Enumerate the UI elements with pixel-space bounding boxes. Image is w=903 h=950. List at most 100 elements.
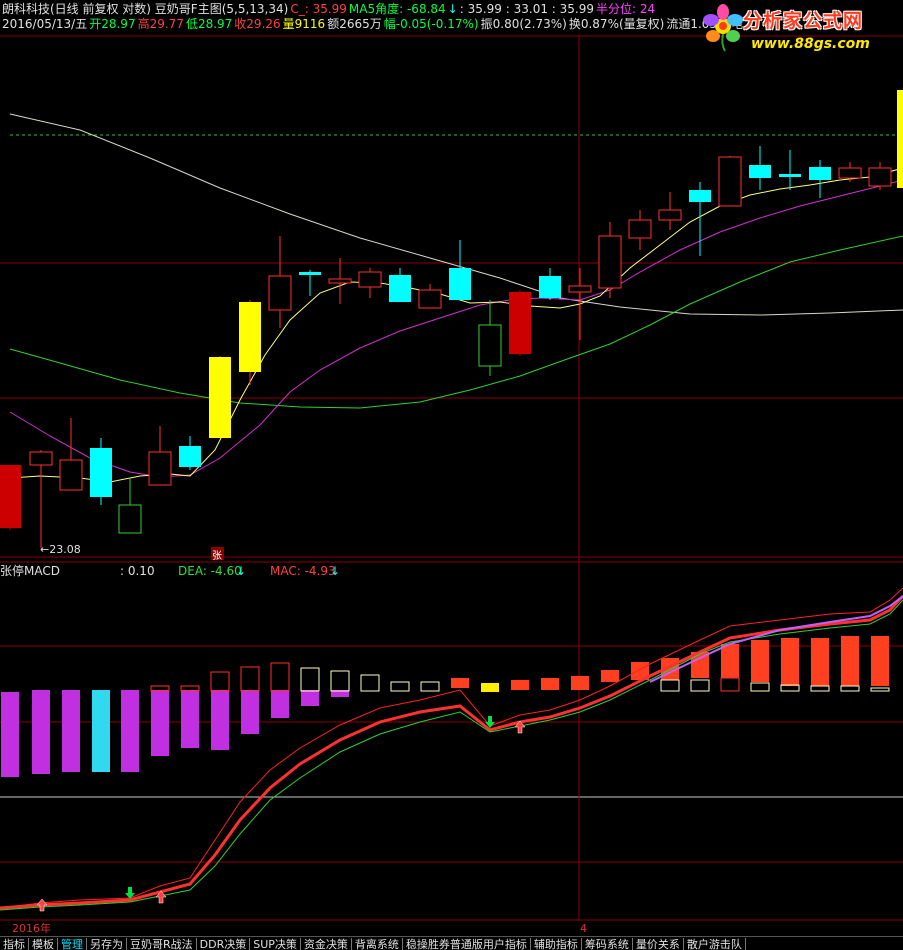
candle[interactable] [389,268,411,302]
header-field: 量9116 [282,17,326,31]
candle-body [568,285,592,293]
tab-8[interactable]: 背离系统 [352,938,403,950]
candle-body [389,275,411,302]
candle[interactable] [779,150,801,190]
header-field: 半分位: 24 [596,2,656,16]
date-axis: 2016年 4 [0,923,903,935]
candle-body [449,268,471,300]
tab-13[interactable]: 散户游击队 [684,938,746,950]
candle[interactable] [658,192,682,230]
candles [0,146,892,548]
candle[interactable] [868,162,892,190]
candle-body [299,272,321,275]
tab-3[interactable]: 另存为 [87,938,127,950]
macd-bar [601,670,619,682]
candle[interactable] [598,222,622,298]
candle[interactable] [628,210,652,250]
candle[interactable] [268,236,292,328]
candle[interactable] [29,450,53,548]
limit-up-tag: 张 [212,551,222,562]
candle[interactable] [478,300,502,376]
candle-highlight [897,90,903,188]
candle[interactable] [418,284,442,309]
candle[interactable] [358,268,382,298]
tab-5[interactable]: DDR决策 [197,938,251,950]
candle[interactable] [809,160,831,198]
candle[interactable] [838,162,862,182]
tab-0[interactable]: 指标 [0,938,29,950]
logo-name: 分析家公式网 [743,10,864,32]
candle-body [268,275,292,311]
tab-2[interactable]: 管理 [58,938,87,950]
candle[interactable] [568,268,592,340]
candle[interactable] [148,426,172,486]
macd-bar [271,690,289,718]
macd-value: : 0.10 [120,564,155,578]
candle[interactable] [718,156,742,207]
macd-mac: MAC: -4.93 [270,564,336,578]
candle-body [628,219,652,239]
candle[interactable] [118,478,142,534]
header-field: 低28.97 [185,17,233,31]
header-field: 换0.87%(量复权) [568,17,665,31]
candle[interactable] [239,300,261,385]
candle[interactable] [0,465,21,530]
macd-bar [181,690,199,748]
macd-dea-arrow-icon: ↓ [236,564,247,578]
chart-canvas[interactable] [0,0,903,936]
macd-bar [62,690,80,772]
macd-bar [781,638,799,686]
tab-10[interactable]: 辅助指标 [531,938,582,950]
low-price-label: ←23.08 [40,543,81,556]
candle[interactable] [539,268,561,300]
candle-body [539,276,561,298]
tab-7[interactable]: 资金决策 [301,938,352,950]
header-field: C_: 35.99 [290,2,347,16]
flower-logo-icon [703,4,743,52]
candle[interactable] [328,258,352,304]
macd-bar [750,682,770,692]
candle[interactable] [59,418,83,491]
candle[interactable] [209,356,231,438]
tab-9[interactable]: 稳操胜券普通版用户指标 [403,938,531,950]
macd-bar [721,644,739,678]
macd-bar [211,690,229,750]
macd-header: 张停MACD : 0.10 DEA: -4.60 ↓ MAC: -4.93 ↓ [0,564,903,579]
down-arrow-icon [125,887,135,899]
macd-dea: DEA: -4.60 [178,564,242,578]
macd-bar [92,690,110,772]
macd-bar [210,671,230,692]
candle[interactable] [299,270,321,296]
macd-bar [1,692,19,777]
candle-body [809,167,831,180]
tab-12[interactable]: 量价关系 [633,938,684,950]
macd-bar [360,674,380,692]
header-field: 高29.77 [137,17,184,31]
macd-title: 张停MACD [0,564,60,578]
candle[interactable] [449,240,471,300]
candle-body [749,165,771,178]
candle-body [148,451,172,486]
candle[interactable] [90,438,112,505]
tab-4[interactable]: 豆奶哥R战法 [127,938,197,950]
candle-body [418,289,442,309]
header-line-2: 2016/05/13/五 开28.97 高29.77 低28.97 收29.26 量911… [2,17,745,32]
ma-green-line [9,235,903,409]
candle-body [478,324,502,367]
header-field: MA5角度: -68.84 [348,2,446,16]
header-field: 振0.80(2.73%) [480,17,567,31]
macd-bar [841,636,859,686]
candle[interactable] [179,436,201,470]
candle-body [689,190,711,202]
tab-6[interactable]: SUP决策 [250,938,301,950]
macd-bar [660,679,680,692]
header-field: ↓ [447,2,458,16]
tab-1[interactable]: 模板 [29,938,58,950]
candle[interactable] [749,146,771,190]
macd-bar [871,636,889,686]
macd-bar [451,678,469,688]
macd-bar [390,681,410,692]
tab-11[interactable]: 筹码系统 [582,938,633,950]
candle[interactable] [509,290,531,356]
date-axis-mid: 4 [580,922,587,935]
